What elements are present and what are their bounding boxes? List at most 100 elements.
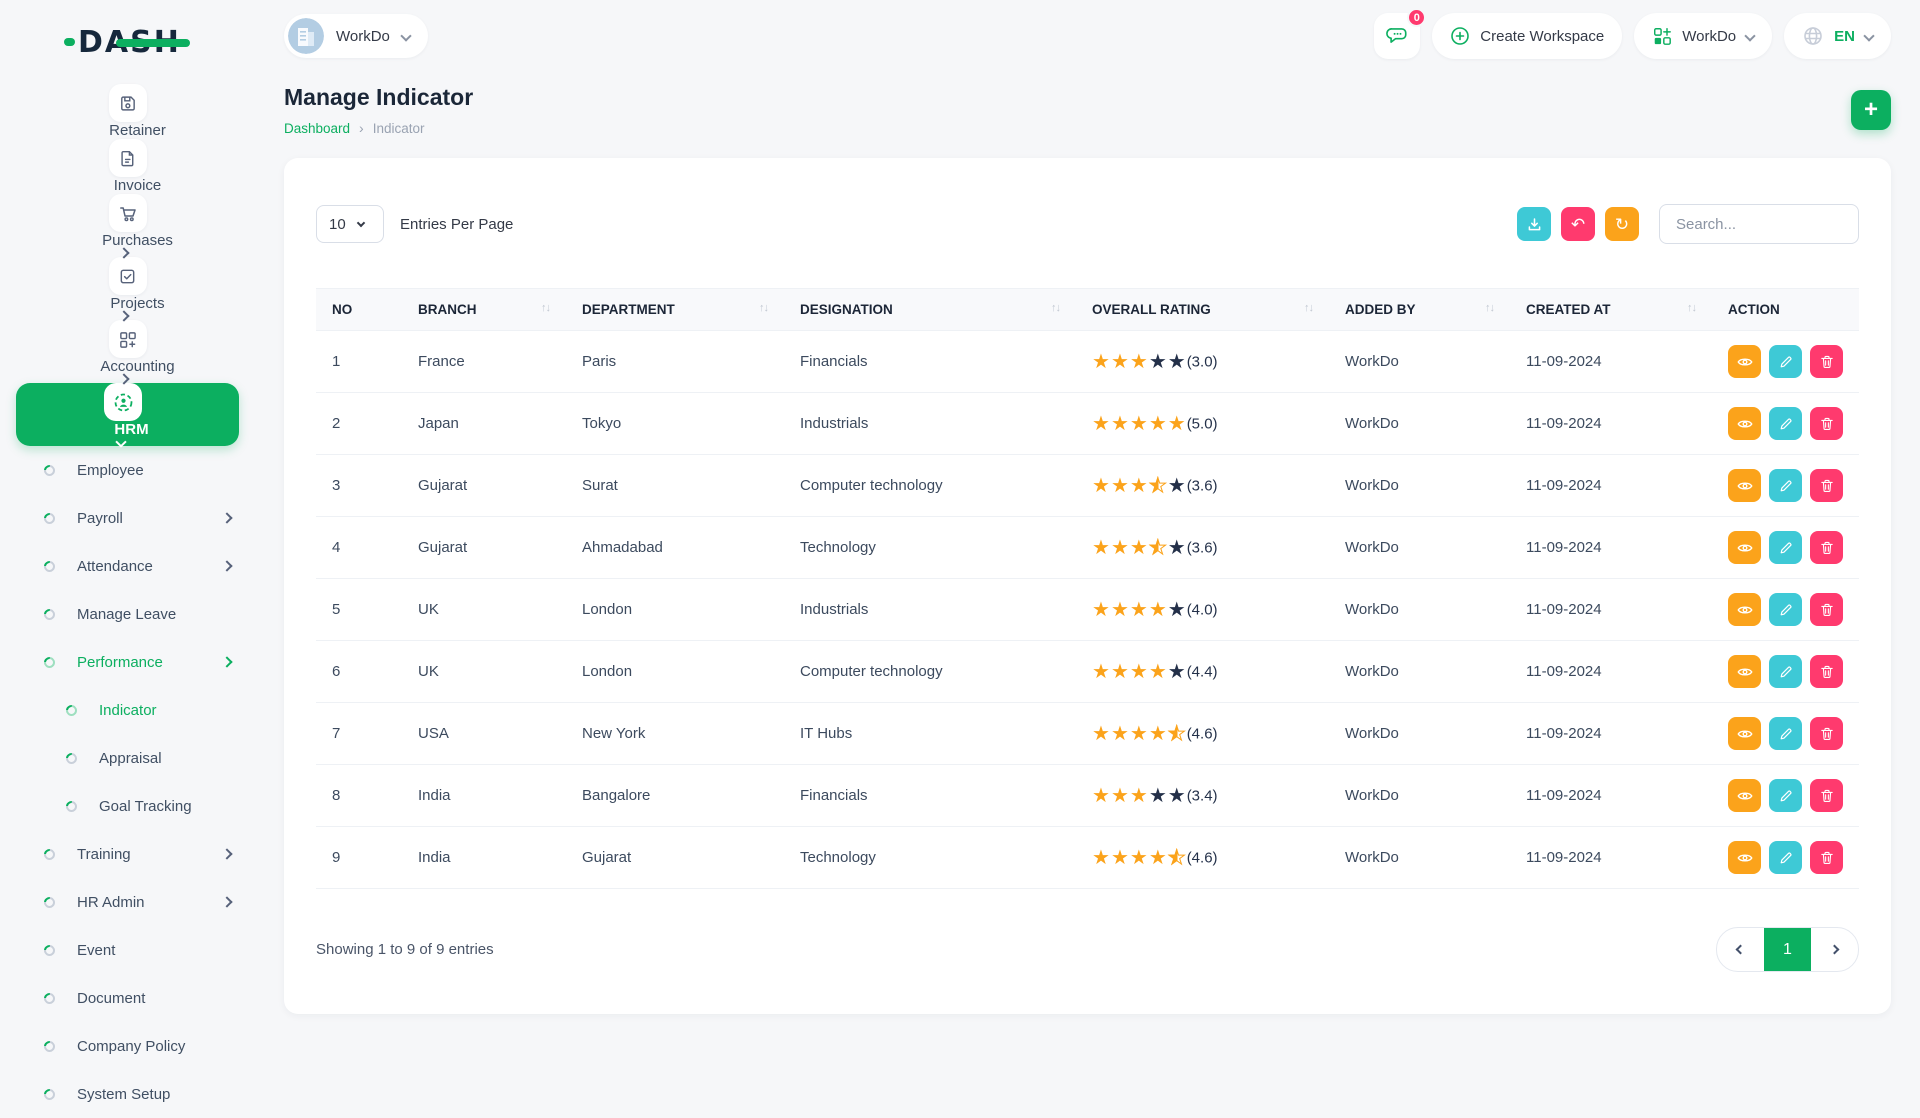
- edit-button[interactable]: [1769, 469, 1802, 502]
- view-button[interactable]: [1728, 531, 1761, 564]
- view-button[interactable]: [1728, 779, 1761, 812]
- sort-icon[interactable]: ↑↓: [1051, 302, 1060, 314]
- add-indicator-button[interactable]: +: [1851, 90, 1891, 130]
- sidebar-item-retainer[interactable]: Retainer: [16, 84, 239, 139]
- sidebar-item-system-setup[interactable]: System Setup: [16, 1070, 239, 1118]
- sort-icon[interactable]: ↑↓: [1304, 302, 1313, 314]
- sidebar-item-attendance[interactable]: Attendance: [16, 542, 239, 590]
- pencil-icon: [1778, 416, 1794, 432]
- sidebar-item-payroll[interactable]: Payroll: [16, 494, 239, 542]
- sidebar-item-indicator[interactable]: Indicator: [16, 686, 239, 734]
- refresh-button[interactable]: ↻: [1605, 207, 1639, 241]
- edit-button[interactable]: [1769, 779, 1802, 812]
- delete-button[interactable]: [1810, 531, 1843, 564]
- sidebar-item-hrm[interactable]: HRM: [16, 383, 239, 446]
- export-button[interactable]: [1517, 207, 1551, 241]
- sidebar-item-invoice[interactable]: Invoice: [16, 139, 239, 194]
- delete-button[interactable]: [1810, 345, 1843, 378]
- trash-icon: [1819, 354, 1835, 370]
- sidebar-item-purchases[interactable]: Purchases: [16, 194, 239, 257]
- entries-per-page-value: 10: [329, 216, 346, 233]
- sidebar-item-document[interactable]: Document: [16, 974, 239, 1022]
- delete-button[interactable]: [1810, 593, 1843, 626]
- logo-dash-icon: [64, 38, 75, 46]
- bullet-icon: [42, 510, 57, 525]
- edit-button[interactable]: [1769, 531, 1802, 564]
- trash-icon: [1819, 602, 1835, 618]
- sidebar-item-hr-admin[interactable]: HR Admin: [16, 878, 239, 926]
- sidebar-item-accounting[interactable]: Accounting: [16, 320, 239, 383]
- action-cell: [1712, 455, 1859, 517]
- sort-icon[interactable]: ↑↓: [759, 302, 768, 314]
- table-footer: Showing 1 to 9 of 9 entries 1: [316, 927, 1859, 972]
- column-header-designation[interactable]: DESIGNATION↑↓: [784, 289, 1076, 331]
- sidebar-item-employee[interactable]: Employee: [16, 446, 239, 494]
- breadcrumb-dashboard-link[interactable]: Dashboard: [284, 121, 350, 136]
- view-button[interactable]: [1728, 407, 1761, 440]
- reset-button[interactable]: ↶: [1561, 207, 1595, 241]
- column-header-branch[interactable]: BRANCH↑↓: [402, 289, 566, 331]
- star-rating: ★★★★★: [1092, 475, 1187, 497]
- chevron-right-icon: [221, 656, 232, 667]
- delete-button[interactable]: [1810, 717, 1843, 750]
- column-header-added-by[interactable]: ADDED BY↑↓: [1329, 289, 1510, 331]
- sort-icon[interactable]: ↑↓: [1687, 302, 1696, 314]
- star-full-icon: ★: [1092, 786, 1111, 806]
- sidebar-item-company-policy[interactable]: Company Policy: [16, 1022, 239, 1070]
- edit-button[interactable]: [1769, 717, 1802, 750]
- star-empty-icon: ★: [1168, 476, 1187, 496]
- entries-per-page-select[interactable]: 10: [316, 205, 384, 243]
- column-header-action: ACTION: [1712, 289, 1859, 331]
- workspace-selector[interactable]: WorkDo: [284, 14, 428, 58]
- created-at-cell: 11-09-2024: [1510, 765, 1712, 827]
- star-full-icon: ★: [1092, 662, 1111, 682]
- language-selector[interactable]: EN: [1784, 13, 1891, 59]
- sidebar-item-performance[interactable]: Performance: [16, 638, 239, 686]
- edit-button[interactable]: [1769, 841, 1802, 874]
- sidebar-item-manage-leave[interactable]: Manage Leave: [16, 590, 239, 638]
- star-rating: ★★★★★: [1092, 599, 1187, 621]
- search-input[interactable]: [1659, 204, 1859, 244]
- pencil-icon: [1778, 664, 1794, 680]
- edit-button[interactable]: [1769, 655, 1802, 688]
- bullet-icon: [42, 462, 57, 477]
- sidebar-item-event[interactable]: Event: [16, 926, 239, 974]
- view-button[interactable]: [1728, 345, 1761, 378]
- trash-icon: [1819, 664, 1835, 680]
- sidebar-item-projects[interactable]: Projects: [16, 257, 239, 320]
- view-button[interactable]: [1728, 717, 1761, 750]
- create-workspace-button[interactable]: Create Workspace: [1432, 13, 1622, 59]
- next-page-button[interactable]: [1811, 928, 1858, 971]
- delete-button[interactable]: [1810, 841, 1843, 874]
- delete-button[interactable]: [1810, 655, 1843, 688]
- view-button[interactable]: [1728, 593, 1761, 626]
- delete-button[interactable]: [1810, 469, 1843, 502]
- brand-logo[interactable]: DASH: [0, 16, 255, 68]
- column-header-created-at[interactable]: CREATED AT↑↓: [1510, 289, 1712, 331]
- column-header-overall-rating[interactable]: OVERALL RATING↑↓: [1076, 289, 1329, 331]
- edit-button[interactable]: [1769, 407, 1802, 440]
- department-cell: Tokyo: [566, 393, 784, 455]
- edit-button[interactable]: [1769, 593, 1802, 626]
- added-by-cell: WorkDo: [1329, 827, 1510, 889]
- view-button[interactable]: [1728, 655, 1761, 688]
- delete-button[interactable]: [1810, 779, 1843, 812]
- app-switcher-button[interactable]: WorkDo: [1634, 13, 1772, 59]
- delete-button[interactable]: [1810, 407, 1843, 440]
- view-button[interactable]: [1728, 469, 1761, 502]
- sidebar-item-goal-tracking[interactable]: Goal Tracking: [16, 782, 239, 830]
- star-full-icon: ★: [1092, 600, 1111, 620]
- view-button[interactable]: [1728, 841, 1761, 874]
- sort-icon[interactable]: ↑↓: [1485, 302, 1494, 314]
- messages-button[interactable]: 0: [1374, 13, 1420, 59]
- page-1-button[interactable]: 1: [1764, 928, 1811, 971]
- sidebar-item-appraisal[interactable]: Appraisal: [16, 734, 239, 782]
- prev-page-button[interactable]: [1717, 928, 1764, 971]
- messages-badge: 0: [1407, 8, 1426, 27]
- column-header-department[interactable]: DEPARTMENT↑↓: [566, 289, 784, 331]
- bullet-icon: [42, 894, 57, 909]
- chevron-down-icon: [1863, 30, 1874, 41]
- edit-button[interactable]: [1769, 345, 1802, 378]
- sort-icon[interactable]: ↑↓: [541, 302, 550, 314]
- sidebar-item-training[interactable]: Training: [16, 830, 239, 878]
